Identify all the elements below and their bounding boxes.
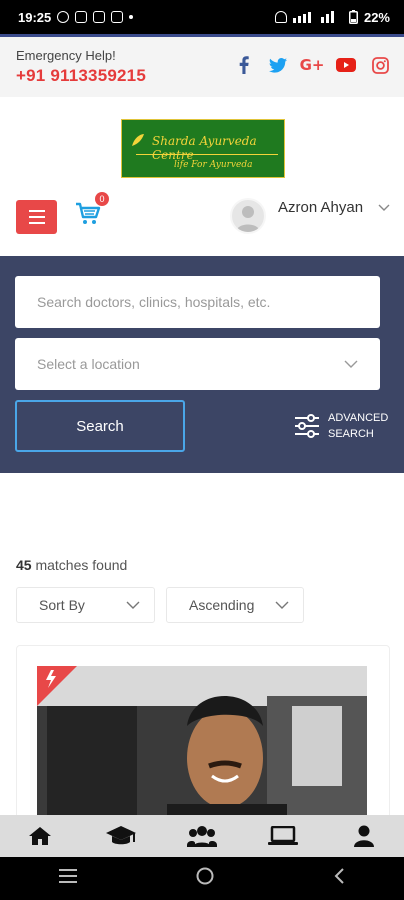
search-panel: Select a location Search ADVANCED SEARCH (0, 256, 404, 473)
chevron-down-icon (344, 360, 358, 368)
hamburger-icon (28, 210, 45, 212)
menu-button[interactable] (16, 200, 57, 234)
emergency-phone[interactable]: +91 9113359215 (16, 66, 146, 86)
order-select[interactable]: Ascending (166, 587, 304, 623)
headphones-icon (274, 11, 287, 23)
hamburger-line (28, 222, 45, 224)
youtube-icon[interactable] (334, 55, 358, 75)
game-icon (75, 11, 88, 23)
status-bar: 19:25 22% (0, 0, 404, 34)
advanced-line-2: SEARCH (328, 428, 374, 440)
leaf-logo-icon (132, 134, 144, 146)
advanced-search-button[interactable]: ADVANCED SEARCH (294, 410, 388, 442)
back-icon[interactable] (333, 868, 345, 889)
chevron-down-icon (126, 601, 140, 609)
users-icon[interactable] (182, 816, 222, 856)
home-icon[interactable] (20, 816, 60, 856)
google-plus-icon[interactable]: G+ (300, 55, 325, 75)
sort-by-select[interactable]: Sort By (16, 587, 155, 623)
notification-icon (93, 11, 106, 23)
twitter-icon[interactable] (266, 55, 290, 75)
facebook-icon[interactable] (232, 55, 256, 75)
cart-count-badge: 0 (95, 192, 109, 206)
emergency-label: Emergency Help! (16, 48, 116, 63)
chevron-down-icon (275, 601, 289, 609)
status-time: 19:25 (18, 9, 52, 25)
site-logo[interactable]: Sharda Ayurveda Centre life For Ayurveda (121, 119, 285, 178)
home-circle-icon[interactable] (196, 867, 214, 890)
social-links: G+ (232, 55, 392, 75)
battery-icon (348, 10, 358, 24)
location-placeholder: Select a location (37, 356, 140, 372)
user-icon[interactable] (344, 816, 384, 856)
logo-title: Sharda Ayurveda Centre (152, 134, 257, 162)
location-select[interactable]: Select a location (15, 338, 380, 390)
doctor-photo-image (37, 666, 367, 816)
whatsapp-icon (57, 11, 70, 23)
signal-icon (292, 11, 334, 23)
graduation-cap-icon[interactable] (101, 816, 141, 856)
search-input[interactable] (15, 276, 380, 328)
sort-by-label: Sort By (39, 597, 85, 613)
recent-apps-icon[interactable] (59, 869, 78, 888)
search-button[interactable]: Search (15, 400, 185, 452)
cart-icon (76, 202, 101, 224)
avatar[interactable] (230, 198, 266, 234)
battery-level: 22% (363, 9, 390, 25)
user-name[interactable]: Azron Ahyan (278, 199, 363, 216)
results-number: 45 (16, 557, 32, 573)
user-avatar-icon (236, 206, 260, 232)
featured-badge (37, 666, 77, 706)
results-suffix: matches found (35, 557, 128, 573)
cart-button[interactable] (75, 202, 103, 228)
hamburger-line (28, 216, 45, 218)
more-dot-icon (129, 15, 134, 19)
advanced-search-label: ADVANCED SEARCH (328, 410, 388, 442)
sliders-icon (295, 414, 319, 438)
logo-divider (136, 154, 278, 155)
logo-tagline: life For Ayurveda (174, 160, 253, 170)
user-menu-chevron-icon[interactable] (378, 201, 390, 215)
advanced-line-1: ADVANCED (328, 412, 389, 424)
laptop-icon[interactable] (263, 816, 303, 856)
doctor-photo[interactable] (37, 666, 367, 816)
gmail-icon (111, 11, 124, 23)
lightning-icon (37, 666, 77, 706)
order-label: Ascending (189, 597, 255, 613)
instagram-icon[interactable] (368, 55, 392, 75)
bottom-nav (0, 815, 404, 857)
emergency-bar: Emergency Help! +91 9113359215 G+ (0, 37, 404, 97)
system-nav-bar (0, 857, 404, 900)
results-count: 45 matches found (16, 557, 127, 573)
